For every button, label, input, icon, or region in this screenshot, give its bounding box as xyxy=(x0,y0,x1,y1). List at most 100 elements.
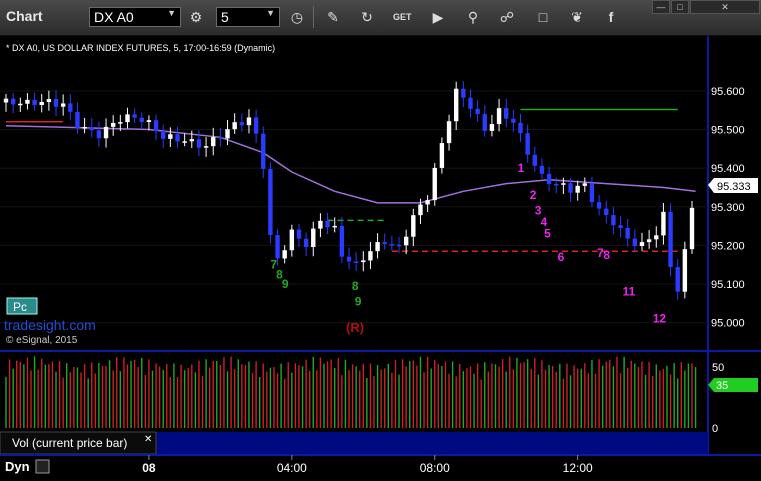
candle-body xyxy=(496,108,502,125)
minimize-button[interactable]: — xyxy=(652,0,670,14)
volume-ticks: 50 0 xyxy=(712,362,724,435)
candle-body xyxy=(403,236,409,246)
candle-body xyxy=(625,227,630,239)
volume-current-badge: 35 xyxy=(708,378,758,392)
candle-body xyxy=(439,143,445,168)
candle-body xyxy=(582,183,588,186)
candle-body xyxy=(489,124,495,131)
candle-body xyxy=(296,229,302,239)
settings-icon[interactable]: ⚙ xyxy=(188,9,204,25)
candle-body xyxy=(53,99,59,107)
chevron-down-icon[interactable]: ▼ xyxy=(266,8,275,18)
candle-body xyxy=(118,122,123,124)
candle-body xyxy=(218,137,223,139)
candle-body xyxy=(82,127,87,129)
volume-tick-label: 0 xyxy=(712,423,718,435)
chevron-down-icon[interactable]: ▼ xyxy=(167,8,176,18)
candle-body xyxy=(682,249,688,292)
candle-body xyxy=(39,102,44,106)
candle-body xyxy=(554,183,559,186)
symbol-input[interactable]: DX A0 ▼ xyxy=(89,7,181,27)
twitter-icon[interactable]: ❦ xyxy=(569,9,585,25)
facebook-icon[interactable]: f xyxy=(603,9,619,25)
candle-body xyxy=(311,228,316,247)
candle-body xyxy=(368,251,373,261)
close-button[interactable]: ✕ xyxy=(690,0,760,14)
candle-body xyxy=(46,99,52,103)
td-count-label: 9 xyxy=(282,277,289,291)
candle-body xyxy=(425,200,430,205)
reversal-label: (R) xyxy=(346,320,364,335)
candle-body xyxy=(60,103,66,107)
app-title: Chart xyxy=(6,8,43,24)
volume-label: Vol (current price bar) xyxy=(12,436,127,450)
candle-body xyxy=(453,88,459,122)
candle-body xyxy=(239,122,245,126)
close-icon[interactable]: ✕ xyxy=(144,434,152,445)
candle-body xyxy=(532,154,537,166)
candle-body xyxy=(568,183,573,193)
candle-body xyxy=(196,139,202,148)
candle-body xyxy=(110,122,116,127)
link-icon[interactable]: ☍ xyxy=(499,9,515,25)
zoom-icon[interactable] xyxy=(35,459,50,474)
candle-body xyxy=(618,225,623,228)
candle-body xyxy=(525,133,530,155)
candle-body xyxy=(575,185,580,193)
play-icon[interactable]: ▶ xyxy=(430,9,446,25)
td-count-label: 8 xyxy=(603,248,610,262)
interval-input[interactable]: 5 ▼ xyxy=(216,7,280,27)
get-icon[interactable]: GET xyxy=(393,9,412,25)
td-count-label: 1 xyxy=(518,161,525,175)
candle-body xyxy=(203,146,209,148)
draw-icon[interactable]: ✎ xyxy=(325,9,341,25)
candle-body xyxy=(482,114,487,131)
candle-body xyxy=(596,202,602,209)
candle-body xyxy=(661,211,666,236)
candle-body xyxy=(518,122,523,134)
price-tick-label: 95.600 xyxy=(711,86,745,98)
candle-body xyxy=(282,250,287,259)
volume-label-box[interactable]: Vol (current price bar) ✕ xyxy=(0,431,157,455)
candle-body xyxy=(18,103,23,106)
candle-body xyxy=(25,99,30,104)
candle-body xyxy=(289,229,295,251)
candle-body xyxy=(604,208,609,216)
td-count-label: 2 xyxy=(530,188,537,202)
time-axis xyxy=(0,455,761,481)
chart-title: * DX A0, US DOLLAR INDEX FUTURES, 5, 17:… xyxy=(6,43,275,53)
candle-body xyxy=(268,168,273,236)
candle-body xyxy=(275,235,280,259)
time-tick-label: 04:00 xyxy=(277,461,307,475)
candle-body xyxy=(675,267,680,292)
candle-body xyxy=(353,261,359,263)
maximize-button[interactable]: □ xyxy=(671,0,689,14)
candle-body xyxy=(418,204,423,216)
symbol-value: DX A0 xyxy=(94,9,134,25)
clock-icon[interactable]: ◷ xyxy=(289,9,305,25)
volume-tick-label: 50 xyxy=(712,362,724,374)
pc-badge[interactable]: Pc xyxy=(6,297,38,315)
candle-body xyxy=(632,238,638,246)
candle-body xyxy=(132,114,137,118)
price-tick-label: 95.200 xyxy=(711,240,745,252)
candle-body xyxy=(246,117,252,126)
td-count-label: 11 xyxy=(623,285,636,299)
candle-body xyxy=(10,98,16,105)
refresh-icon[interactable]: ↻ xyxy=(359,9,375,25)
time-tick-label: 08:00 xyxy=(420,461,450,475)
candle-body xyxy=(546,173,552,184)
candle-body xyxy=(68,103,73,112)
price-tick-label: 95.100 xyxy=(711,279,745,291)
interval-value: 5 xyxy=(221,9,229,25)
candle-body xyxy=(175,134,180,142)
candle-body xyxy=(646,239,652,243)
candle-body xyxy=(611,215,616,226)
price-tick-label: 95.400 xyxy=(711,163,745,175)
candle-body xyxy=(446,121,452,144)
zoom-icon[interactable]: ⚲ xyxy=(465,9,481,25)
toolbar-divider xyxy=(313,6,314,28)
candle-body xyxy=(211,137,216,147)
chat-icon[interactable]: □ xyxy=(535,9,551,25)
volume-bars xyxy=(5,356,697,428)
